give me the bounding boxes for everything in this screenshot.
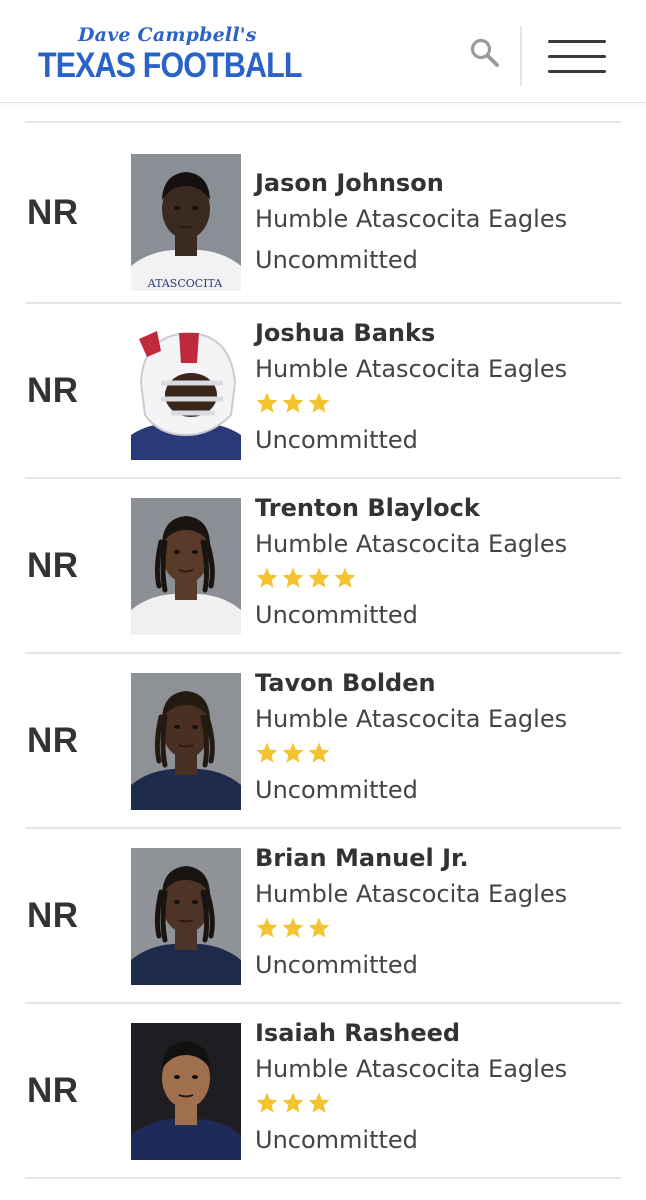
player-school: Humble Atascocita Eagles xyxy=(255,530,568,558)
star-icon xyxy=(282,917,304,938)
star-icon xyxy=(256,917,278,938)
player-name-link[interactable]: Trenton Blaylock xyxy=(255,493,621,523)
star-rating xyxy=(255,1091,621,1119)
player-school: Humble Atascocita Eagles xyxy=(255,355,568,383)
commitment-status: Uncommitted xyxy=(255,426,418,454)
player-info: Isaiah Rasheed Humble Atascocita Eagles Un… xyxy=(255,1018,621,1155)
player-info: Joshua Banks Humble Atascocita Eagles Unco… xyxy=(255,318,621,455)
player-rank: NR xyxy=(27,192,79,232)
player-info: Tavon Bolden Humble Atascocita Eagles Unco… xyxy=(255,668,621,805)
player-row[interactable]: NR Tavon Bolden Humble Atascocita Eagles Un… xyxy=(25,654,621,829)
search-icon xyxy=(470,38,499,67)
star-icon xyxy=(282,1092,304,1113)
star-icon xyxy=(282,392,304,413)
star-icon xyxy=(334,567,356,588)
commitment-status: Uncommitted xyxy=(255,951,418,979)
star-icon xyxy=(282,742,304,763)
player-row[interactable]: NR Brian Manuel Jr. Humble Atascocita Eagl… xyxy=(25,829,621,1004)
player-info: Trenton Blaylock Humble Atascocita Eagles… xyxy=(255,493,621,630)
site-header: Dave Campbell's TEXAS FOOTBALL xyxy=(0,0,646,103)
commitment-status: Uncommitted xyxy=(255,601,418,629)
star-icon xyxy=(256,1092,278,1113)
player-name-link[interactable]: Tavon Bolden xyxy=(255,668,621,698)
player-school: Humble Atascocita Eagles xyxy=(255,205,568,233)
player-school: Humble Atascocita Eagles xyxy=(255,880,568,908)
star-rating xyxy=(255,916,621,944)
player-rank: NR xyxy=(27,545,79,585)
header-divider xyxy=(520,26,522,86)
player-photo[interactable] xyxy=(131,848,241,985)
star-icon xyxy=(308,392,330,413)
player-photo[interactable] xyxy=(131,498,241,635)
player-row[interactable]: NR Isaiah Rasheed Humble Atascocita Eagles… xyxy=(25,1004,621,1179)
star-rating xyxy=(255,391,621,419)
star-icon xyxy=(256,567,278,588)
player-info: Jason Johnson Humble Atascocita Eagles Unc… xyxy=(255,168,621,275)
star-icon xyxy=(256,392,278,413)
player-rank: NR xyxy=(27,720,79,760)
player-row[interactable]: NR Joshua Banks Humble Atascocita Eagles Un… xyxy=(25,304,621,479)
commitment-status: Uncommitted xyxy=(255,1126,418,1154)
logo-main-text: TEXAS FOOTBALL xyxy=(38,46,302,85)
player-photo[interactable] xyxy=(131,323,241,460)
player-photo[interactable] xyxy=(131,673,241,810)
search-button[interactable] xyxy=(468,36,502,70)
player-school: Humble Atascocita Eagles xyxy=(255,705,568,733)
player-rank: NR xyxy=(27,895,79,935)
commitment-status: Uncommitted xyxy=(255,246,418,274)
jersey-text: ATASCOCITA xyxy=(147,277,223,290)
texas-football-logo[interactable]: Dave Campbell's TEXAS FOOTBALL xyxy=(38,20,302,90)
player-info: Brian Manuel Jr. Humble Atascocita Eagles… xyxy=(255,843,621,980)
player-row[interactable]: NR Trenton Blaylock Humble Atascocita Eagl… xyxy=(25,479,621,654)
star-icon xyxy=(308,1092,330,1113)
player-row[interactable]: NR ATASCOCITA Jason Johnson Humble Atascoci… xyxy=(25,123,621,304)
player-name-link[interactable]: Joshua Banks xyxy=(255,318,621,348)
player-school: Humble Atascocita Eagles xyxy=(255,1055,568,1083)
star-icon xyxy=(308,917,330,938)
star-icon xyxy=(282,567,304,588)
star-rating xyxy=(255,566,621,594)
commitment-status: Uncommitted xyxy=(255,776,418,804)
player-rank: NR xyxy=(27,370,79,410)
star-icon xyxy=(308,567,330,588)
player-name-link[interactable]: Isaiah Rasheed xyxy=(255,1018,621,1048)
player-photo[interactable] xyxy=(131,1023,241,1160)
star-rating xyxy=(255,741,621,769)
star-icon xyxy=(256,742,278,763)
player-list: NR ATASCOCITA Jason Johnson Humble Atascoci… xyxy=(25,121,621,1179)
player-name-link[interactable]: Jason Johnson xyxy=(255,168,621,198)
menu-button[interactable] xyxy=(546,38,610,78)
star-icon xyxy=(308,742,330,763)
player-photo[interactable]: ATASCOCITA xyxy=(131,154,241,291)
player-rank: NR xyxy=(27,1070,79,1110)
player-name-link[interactable]: Brian Manuel Jr. xyxy=(255,843,621,873)
logo-script-text: Dave Campbell's xyxy=(78,24,257,46)
